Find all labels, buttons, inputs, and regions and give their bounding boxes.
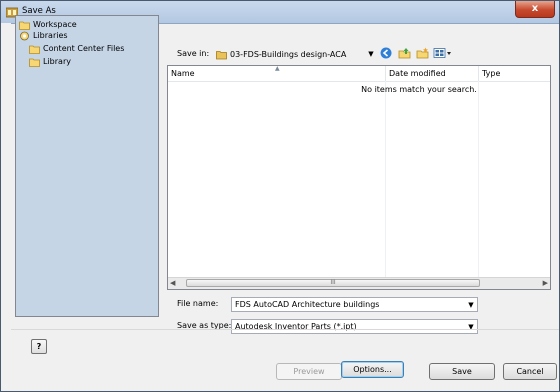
preview-button[interactable]: Preview: [276, 363, 342, 380]
save-in-value: 03-FDS-Buildings design-ACA: [230, 49, 347, 59]
scroll-right-icon[interactable]: ▶: [543, 279, 548, 287]
nav-item-label: Workspace: [33, 20, 77, 29]
empty-list-message: No items match your search.: [361, 85, 477, 94]
up-folder-icon[interactable]: [397, 46, 411, 60]
sort-ascending-icon: ▲: [275, 65, 280, 72]
save-in-dropdown[interactable]: 03-FDS-Buildings design-ACA ▼: [213, 46, 377, 62]
divider: [11, 329, 559, 330]
column-divider: [385, 81, 386, 277]
file-name-label: File name:: [177, 299, 219, 308]
libraries-icon: [20, 31, 29, 40]
column-header-type[interactable]: Type: [479, 66, 550, 81]
nav-item-label: Content Center Files: [43, 44, 125, 53]
cancel-button[interactable]: Cancel: [503, 363, 557, 380]
save-as-type-dropdown[interactable]: Autodesk Inventor Parts (*.ipt) ▼: [231, 319, 478, 334]
back-icon[interactable]: [379, 46, 393, 60]
folder-icon: [29, 58, 40, 67]
navigation-toolbar: [379, 46, 453, 60]
nav-item-content-center-files[interactable]: Content Center Files: [29, 43, 124, 54]
window-frame-left: [1, 23, 11, 391]
nav-item-label: Libraries: [33, 31, 68, 40]
new-folder-icon[interactable]: [415, 46, 429, 60]
column-divider: [478, 81, 479, 277]
navigation-pane: Workspace Libraries Content Center Files…: [15, 15, 159, 317]
scrollbar-thumb[interactable]: III: [186, 279, 480, 287]
file-name-input[interactable]: FDS AutoCAD Architecture buildings ▼: [231, 297, 478, 312]
file-list[interactable]: Name ▲ Date modified Type No items match…: [167, 65, 551, 290]
column-header-date-modified[interactable]: Date modified: [386, 66, 479, 81]
folder-icon: [29, 45, 40, 54]
nav-item-workspace[interactable]: Workspace: [19, 19, 77, 30]
nav-item-library[interactable]: Library: [29, 56, 71, 67]
save-as-dialog: Save As x Workspace Libraries Content Ce…: [0, 0, 560, 392]
file-name-value: FDS AutoCAD Architecture buildings: [235, 300, 380, 309]
folder-icon: [216, 50, 227, 59]
options-button[interactable]: Options...: [341, 361, 404, 378]
view-menu-icon[interactable]: [433, 46, 453, 60]
nav-item-label: Library: [43, 57, 71, 66]
list-header: Name ▲ Date modified Type: [168, 66, 550, 82]
chevron-down-icon[interactable]: ▼: [465, 301, 477, 309]
scroll-left-icon[interactable]: ◀: [170, 279, 175, 287]
save-button[interactable]: Save: [429, 363, 495, 380]
nav-item-libraries[interactable]: Libraries: [19, 30, 68, 41]
folder-icon: [19, 21, 30, 30]
help-button[interactable]: ?: [31, 339, 47, 354]
chevron-down-icon: ▼: [368, 50, 374, 58]
close-button[interactable]: x: [515, 1, 555, 18]
horizontal-scrollbar[interactable]: ◀ III ▶: [168, 277, 550, 289]
save-in-label: Save in:: [177, 49, 210, 58]
